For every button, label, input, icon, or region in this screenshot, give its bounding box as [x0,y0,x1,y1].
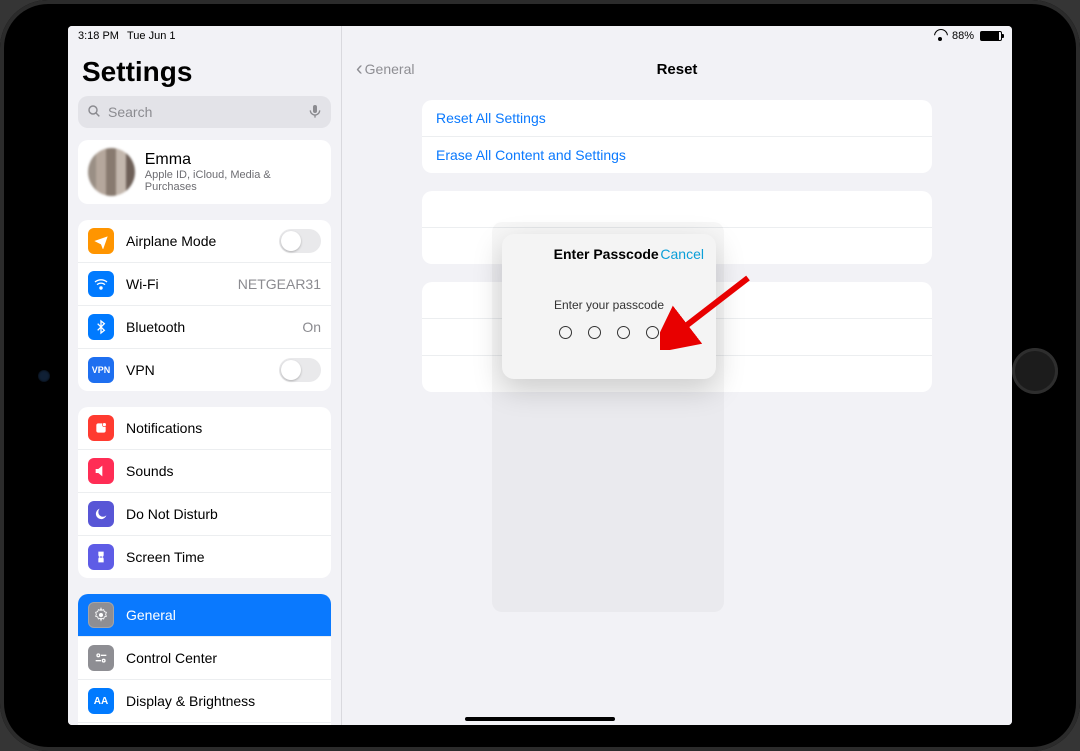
ipad-device-frame: 3:18 PM Tue Jun 1 88% Settings Search [0,0,1080,751]
gear-icon [88,602,114,628]
modal-title: Enter Passcode [552,246,660,262]
sidebar-item-airplane[interactable]: Airplane Mode [78,220,331,262]
passcode-dot [617,326,630,339]
wifi-settings-icon [88,271,114,297]
sidebar-item-display[interactable]: AA Display & Brightness [78,679,331,722]
battery-icon [980,31,1002,41]
status-date: Tue Jun 1 [127,30,176,42]
group-alerts: Notifications Sounds Do Not Disturb [78,407,331,578]
vpn-icon: VPN [88,357,114,383]
airplane-toggle[interactable] [279,229,321,253]
label: VPN [126,362,155,378]
label: General [126,607,176,623]
label: Screen Time [126,549,205,565]
sidebar-item-notifications[interactable]: Notifications [78,407,331,449]
label: Wi-Fi [126,276,159,292]
vpn-toggle[interactable] [279,358,321,382]
sidebar-item-wifi[interactable]: Wi-Fi NETGEAR31 [78,262,331,305]
passcode-popover: Enter Passcode Cancel Enter your passcod… [502,234,716,379]
passcode-dot [646,326,659,339]
sidebar-item-homescreen[interactable]: Home Screen & Dock [78,722,331,725]
erase-all-content[interactable]: Erase All Content and Settings [422,136,932,173]
dictate-icon[interactable] [307,103,323,122]
passcode-dots[interactable] [502,326,716,339]
page-title: Settings [68,52,341,96]
sidebar-item-vpn[interactable]: VPN VPN [78,348,331,391]
sounds-icon [88,458,114,484]
search-placeholder: Search [108,104,152,120]
home-button[interactable] [1012,348,1058,394]
sidebar-item-general[interactable]: General [78,594,331,636]
reset-all-settings[interactable]: Reset All Settings [422,100,932,136]
sidebar-item-sounds[interactable]: Sounds [78,449,331,492]
search-field[interactable]: Search [78,96,331,128]
reset-group-1: Reset All Settings Erase All Content and… [422,100,932,173]
settings-sidebar: Settings Search Emma Apple ID, iCloud, M… [68,26,342,725]
sidebar-item-dnd[interactable]: Do Not Disturb [78,492,331,535]
label: Airplane Mode [126,233,216,249]
display-icon: AA [88,688,114,714]
avatar [88,148,135,196]
cancel-button[interactable]: Cancel [660,246,704,262]
sidebar-item-screentime[interactable]: Screen Time [78,535,331,578]
passcode-dot [559,326,572,339]
label: Notifications [126,420,202,436]
screentime-icon [88,544,114,570]
control-center-icon [88,645,114,671]
search-icon [86,103,102,122]
dnd-icon [88,501,114,527]
apple-id-card[interactable]: Emma Apple ID, iCloud, Media & Purchases [78,140,331,204]
front-camera [38,370,50,382]
group-general: General Control Center AA Display & Brig… [78,594,331,725]
nav-bar: ‹ General Reset [342,52,1012,86]
label: Do Not Disturb [126,506,218,522]
label: Display & Brightness [126,693,255,709]
nav-title: Reset [342,61,1012,78]
notifications-icon [88,415,114,441]
status-battery-pct: 88% [952,30,974,42]
status-bar: 3:18 PM Tue Jun 1 88% [68,26,1012,46]
bluetooth-value: On [302,319,321,335]
home-indicator[interactable] [465,717,615,721]
label: Bluetooth [126,319,185,335]
group-connectivity: Airplane Mode Wi-Fi NETGEAR31 Bluetooth … [78,220,331,391]
profile-name: Emma [145,151,321,169]
bluetooth-icon [88,314,114,340]
label: Control Center [126,650,217,666]
passcode-dot [588,326,601,339]
profile-sub: Apple ID, iCloud, Media & Purchases [145,169,321,193]
sidebar-item-bluetooth[interactable]: Bluetooth On [78,305,331,348]
wifi-icon [934,31,946,41]
sidebar-item-control-center[interactable]: Control Center [78,636,331,679]
airplane-icon [88,228,114,254]
wifi-value: NETGEAR31 [238,276,321,292]
status-time: 3:18 PM [78,30,119,42]
modal-prompt: Enter your passcode [502,298,716,312]
screen: 3:18 PM Tue Jun 1 88% Settings Search [68,26,1012,725]
label: Sounds [126,463,173,479]
